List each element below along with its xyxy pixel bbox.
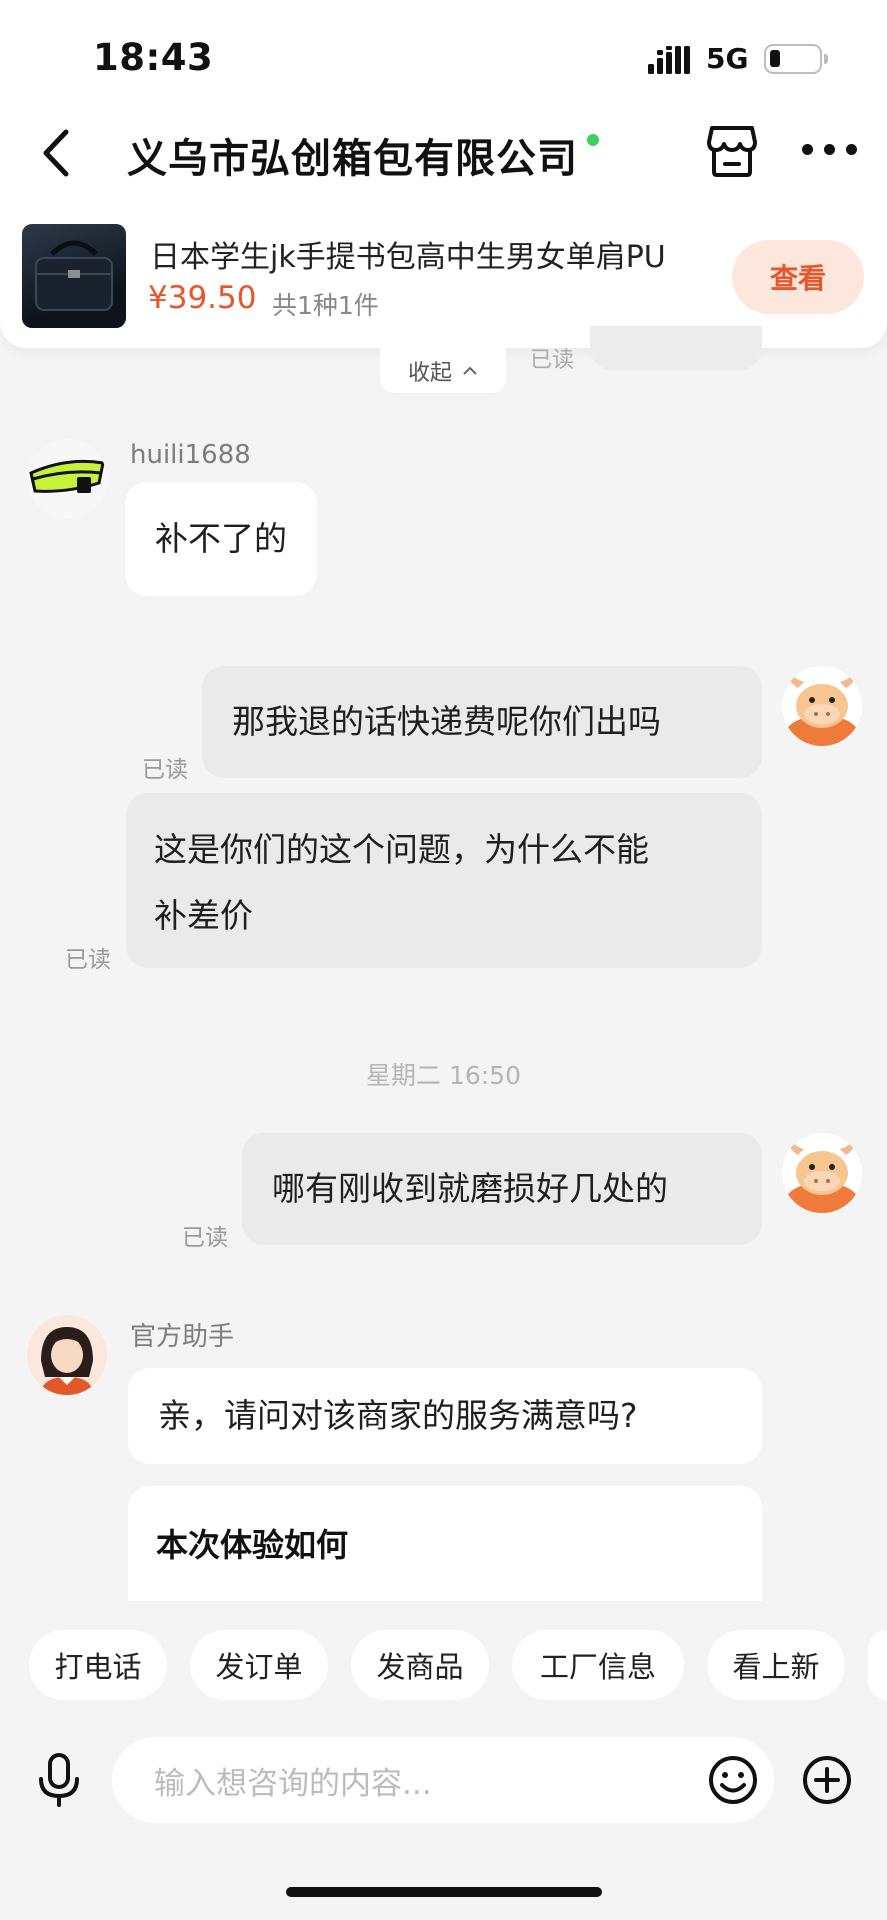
product-quantity: 共1种1件 xyxy=(272,291,379,320)
product-title: 日本学生jk手提书包高中生男女单肩PU xyxy=(150,240,666,275)
call-button[interactable]: 打电话 xyxy=(29,1630,167,1700)
network-type: 5G xyxy=(706,42,749,75)
product-price: ¥39.50 xyxy=(148,280,257,316)
read-status: 已读 xyxy=(182,1225,228,1251)
chevron-up-icon xyxy=(463,366,477,375)
message-input[interactable]: 输入想咨询的内容... xyxy=(112,1737,774,1823)
add-icon[interactable] xyxy=(802,1755,852,1805)
assistant-avatar[interactable] xyxy=(27,1315,107,1395)
message-bubble[interactable]: 哪有刚收到就磨损好几处的 xyxy=(242,1133,762,1245)
message-bubble-faded xyxy=(590,326,762,370)
chat-title: 义乌市弘创箱包有限公司 xyxy=(127,136,578,182)
store-icon[interactable] xyxy=(706,124,758,178)
timestamp: 星期二 16:50 xyxy=(366,1061,521,1090)
message-bubble[interactable]: 这是你们的这个问题，为什么不能 补差价 xyxy=(126,793,762,968)
collapse-button[interactable]: 收起 xyxy=(380,348,506,393)
emoji-icon[interactable] xyxy=(708,1755,758,1805)
send-order-button[interactable]: 发订单 xyxy=(190,1630,328,1700)
feedback-card-title: 本次体验如何 xyxy=(156,1526,349,1564)
collapse-label: 收起 xyxy=(407,360,452,386)
message-bubble[interactable]: 补不了的 xyxy=(125,482,317,596)
message-line: 这是你们的这个问题，为什么不能 xyxy=(154,830,649,869)
message-line: 补差价 xyxy=(154,896,253,935)
read-status: 已读 xyxy=(65,947,111,973)
status-time: 18:43 xyxy=(93,36,214,79)
user-avatar[interactable] xyxy=(782,1133,862,1213)
online-indicator xyxy=(587,134,599,146)
send-product-button[interactable]: 发商品 xyxy=(351,1630,489,1700)
back-arrow-icon[interactable] xyxy=(38,128,74,178)
new-arrivals-button[interactable]: 看上新 xyxy=(707,1630,845,1700)
seller-avatar[interactable] xyxy=(27,439,107,519)
signal-icon xyxy=(648,46,690,74)
read-status: 已读 xyxy=(530,348,575,373)
sender-name: 官方助手 xyxy=(130,1322,235,1352)
view-product-button[interactable]: 查看 xyxy=(732,240,864,314)
more-options-icon[interactable] xyxy=(802,144,858,158)
microphone-icon[interactable] xyxy=(36,1752,82,1808)
user-avatar[interactable] xyxy=(782,666,862,746)
quick-action-overflow[interactable] xyxy=(868,1630,887,1700)
home-indicator xyxy=(286,1887,602,1897)
factory-info-button[interactable]: 工厂信息 xyxy=(512,1630,684,1700)
battery-icon xyxy=(764,44,828,74)
sender-name: huili1688 xyxy=(130,440,251,470)
message-bubble[interactable]: 亲，请问对该商家的服务满意吗? xyxy=(128,1368,762,1464)
product-thumbnail xyxy=(22,224,126,328)
message-bubble[interactable]: 那我退的话快递费呢你们出吗 xyxy=(202,666,762,778)
read-status: 已读 xyxy=(142,757,188,783)
